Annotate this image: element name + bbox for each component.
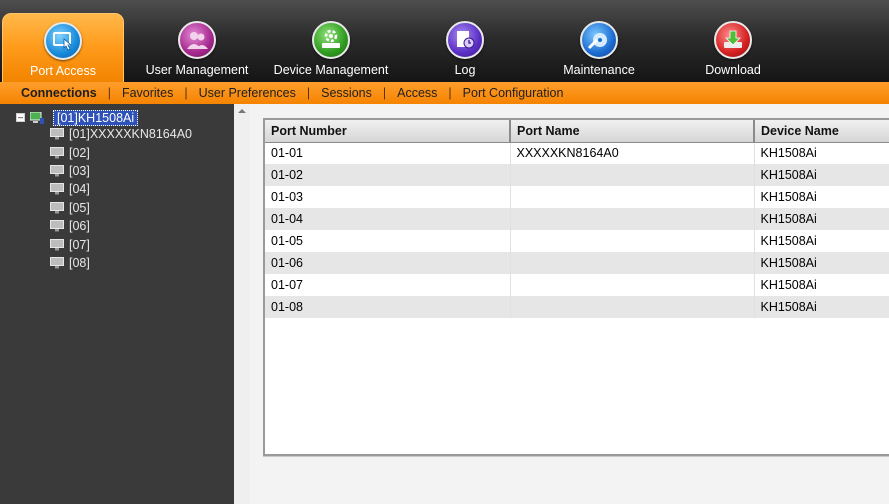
tree-item-label: [07]	[69, 237, 90, 252]
tree-item[interactable]: [03]	[50, 162, 90, 179]
table-row[interactable]: 01-02 KH1508Ai	[265, 164, 889, 186]
column-header-port-number[interactable]: Port Number	[265, 120, 511, 143]
tree-item-label: [03]	[69, 163, 90, 178]
cell-port-number: 01-05	[265, 230, 511, 252]
cell-port-name	[510, 230, 755, 252]
subnav-sessions[interactable]: Sessions	[310, 86, 383, 100]
monitor-icon	[50, 127, 64, 139]
subnav-access[interactable]: Access	[386, 86, 448, 100]
tree-item-label: [06]	[69, 218, 90, 233]
log-icon	[446, 21, 484, 59]
subnav-port-configuration[interactable]: Port Configuration	[452, 86, 575, 100]
table-row[interactable]: 01-03 KH1508Ai	[265, 186, 889, 208]
monitor-icon	[50, 201, 64, 213]
monitor-icon	[50, 256, 64, 268]
cell-device-name: KH1508Ai	[754, 252, 889, 274]
tree-scrollbar[interactable]	[234, 104, 250, 504]
divider	[263, 456, 889, 457]
tab-label: Log	[454, 63, 476, 77]
tree-item[interactable]: [06]	[50, 217, 90, 234]
table-row[interactable]: 01-01 XXXXXKN8164A0 KH1508Ai	[265, 142, 889, 164]
tab-label: Port Access	[30, 64, 96, 78]
tree-item[interactable]: [01]XXXXXKN8164A0	[50, 125, 192, 142]
cell-port-name	[510, 296, 755, 318]
tab-device-management[interactable]: Device Management	[268, 13, 394, 82]
cell-port-name	[510, 252, 755, 274]
monitor-icon	[50, 182, 64, 194]
tree-item-label: [08]	[69, 255, 90, 270]
download-icon	[714, 21, 752, 59]
cell-port-name	[510, 274, 755, 296]
cell-port-number: 01-08	[265, 296, 511, 318]
cell-port-name	[510, 186, 755, 208]
tree-item-label: [05]	[69, 200, 90, 215]
subnav-user-preferences[interactable]: User Preferences	[188, 86, 307, 100]
cell-port-number: 01-06	[265, 252, 511, 274]
tree-item[interactable]: [07]	[50, 236, 90, 253]
sub-navigation: Connections | Favorites | User Preferenc…	[0, 82, 889, 104]
cell-port-name	[510, 208, 755, 230]
main-toolbar: Port Access User Management Device Manag…	[0, 0, 889, 82]
table-row[interactable]: 01-07 KH1508Ai	[265, 274, 889, 296]
cell-device-name: KH1508Ai	[754, 142, 889, 164]
monitor-icon	[50, 146, 64, 158]
tab-port-access[interactable]: Port Access	[2, 13, 124, 82]
device-management-icon	[312, 21, 350, 59]
column-header-port-name[interactable]: Port Name	[510, 120, 755, 143]
port-table-container: Port Number Port Name Device Name 01-01 …	[263, 118, 889, 456]
tree-item-label: [02]	[69, 145, 90, 160]
subnav-favorites[interactable]: Favorites	[111, 86, 184, 100]
tree-item[interactable]: [02]	[50, 144, 90, 161]
collapse-icon[interactable]: –	[16, 113, 25, 122]
tree-item-label: [04]	[69, 181, 90, 196]
cell-port-name	[510, 164, 755, 186]
scroll-up-icon[interactable]	[238, 109, 246, 113]
monitor-icon	[50, 219, 64, 231]
tree-root-label[interactable]: [01]KH1508Ai	[53, 109, 139, 126]
tree-item[interactable]: [04]	[50, 180, 90, 197]
table-row[interactable]: 01-06 KH1508Ai	[265, 252, 889, 274]
tab-label: Device Management	[273, 63, 389, 77]
tab-maintenance[interactable]: Maintenance	[556, 13, 642, 82]
tab-download[interactable]: Download	[694, 13, 772, 82]
tab-label: User Management	[145, 63, 249, 77]
maintenance-icon	[580, 21, 618, 59]
cell-port-number: 01-07	[265, 274, 511, 296]
table-row[interactable]: 01-05 KH1508Ai	[265, 230, 889, 252]
tab-label: Maintenance	[563, 63, 635, 77]
tree-item-label: [01]XXXXXKN8164A0	[69, 126, 192, 141]
monitor-icon	[50, 164, 64, 176]
tab-user-management[interactable]: User Management	[138, 13, 256, 82]
cell-port-number: 01-04	[265, 208, 511, 230]
main-panel: Port Number Port Name Device Name 01-01 …	[250, 104, 889, 504]
user-management-icon	[178, 21, 216, 59]
port-table: Port Number Port Name Device Name 01-01 …	[265, 120, 889, 318]
tree-item[interactable]: [05]	[50, 199, 90, 216]
table-header-row: Port Number Port Name Device Name	[265, 120, 889, 143]
tab-log[interactable]: Log	[430, 13, 500, 82]
switch-icon	[30, 111, 44, 124]
column-header-device-name[interactable]: Device Name	[754, 120, 889, 143]
subnav-connections[interactable]: Connections	[10, 86, 108, 100]
tree-root-node[interactable]: – [01]KH1508Ai	[16, 109, 139, 126]
cell-device-name: KH1508Ai	[754, 230, 889, 252]
cell-device-name: KH1508Ai	[754, 296, 889, 318]
port-access-icon	[44, 22, 82, 60]
tree-item[interactable]: [08]	[50, 254, 90, 271]
table-row[interactable]: 01-04 KH1508Ai	[265, 208, 889, 230]
cell-port-number: 01-03	[265, 186, 511, 208]
device-tree: – [01]KH1508Ai [01]XXXXXKN8164A0 [02] [0…	[0, 104, 234, 504]
tab-label: Download	[705, 63, 761, 77]
monitor-icon	[50, 238, 64, 250]
cell-device-name: KH1508Ai	[754, 274, 889, 296]
cell-device-name: KH1508Ai	[754, 208, 889, 230]
cell-port-number: 01-02	[265, 164, 511, 186]
cell-device-name: KH1508Ai	[754, 164, 889, 186]
cell-device-name: KH1508Ai	[754, 186, 889, 208]
cell-port-name: XXXXXKN8164A0	[510, 142, 755, 164]
table-row[interactable]: 01-08 KH1508Ai	[265, 296, 889, 318]
cell-port-number: 01-01	[265, 142, 511, 164]
